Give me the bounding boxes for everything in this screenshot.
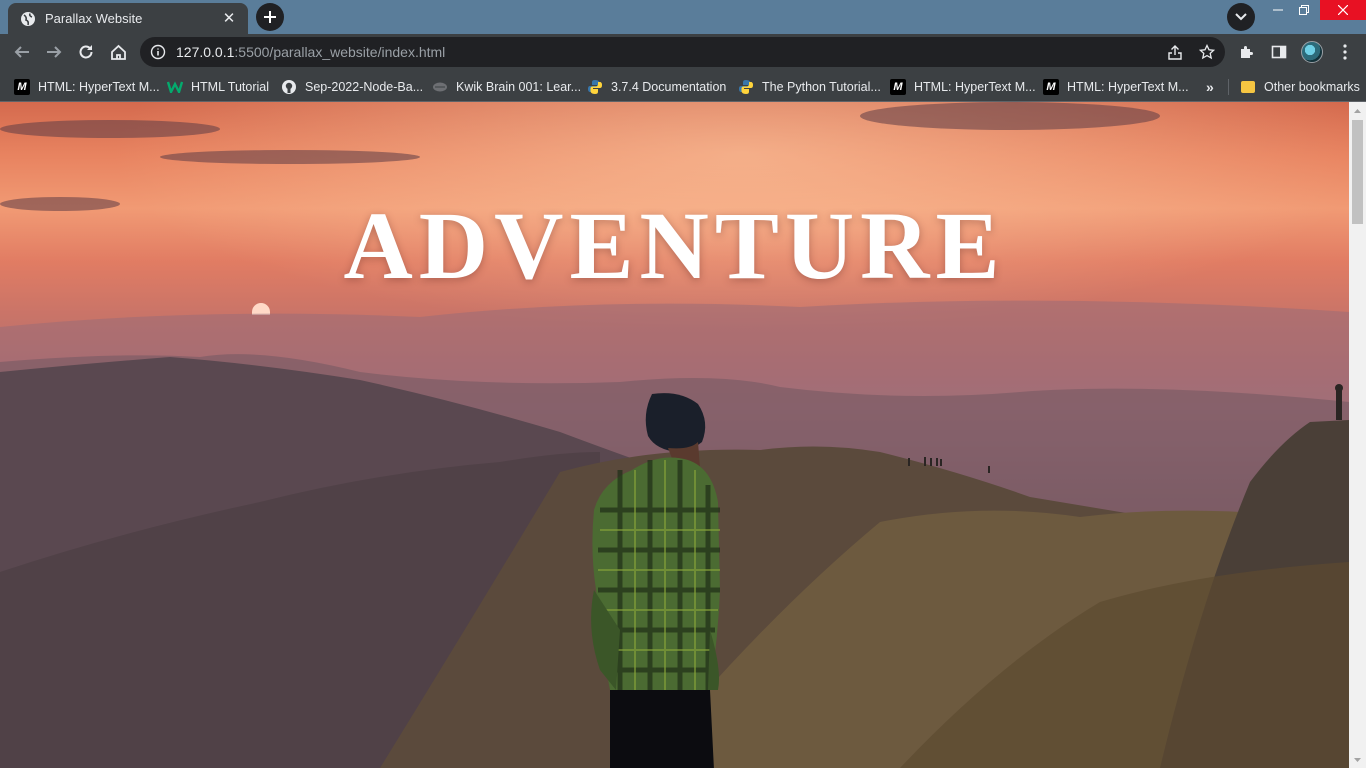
github-icon [281, 79, 297, 95]
chevron-down-icon [1235, 13, 1247, 21]
star-icon [1199, 44, 1215, 60]
profile-avatar[interactable] [1301, 41, 1323, 63]
forward-arrow-icon [47, 46, 62, 58]
side-panel-icon [1271, 45, 1287, 59]
restore-button[interactable] [1285, 0, 1323, 20]
url-text: 127.0.0.1:5500/parallax_website/index.ht… [176, 44, 445, 60]
tab-search-button[interactable] [1227, 3, 1255, 31]
bookmark-item[interactable]: M HTML: HyperText M... [14, 75, 160, 99]
bookmark-label: The Python Tutorial... [762, 80, 881, 94]
url-host: 127.0.0.1 [176, 44, 235, 60]
url-path: :5500/parallax_website/index.html [234, 44, 446, 60]
home-icon [110, 44, 126, 60]
bookmark-label: HTML: HyperText M... [914, 80, 1036, 94]
home-button[interactable] [104, 38, 132, 66]
back-button[interactable] [8, 38, 36, 66]
bookmark-item[interactable]: 3.7.4 Documentation [587, 75, 726, 99]
page-heading: ADVENTURE [343, 192, 1006, 299]
info-icon [150, 44, 166, 60]
reload-button[interactable] [72, 38, 100, 66]
close-icon [1338, 5, 1348, 15]
forward-button[interactable] [40, 38, 68, 66]
tab-title: Parallax Website [45, 11, 143, 26]
bookmark-label: Sep-2022-Node-Ba... [305, 80, 424, 94]
caret-down-icon [1354, 757, 1361, 762]
new-tab-button[interactable] [256, 3, 284, 31]
kwik-icon [432, 79, 448, 95]
close-window-button[interactable] [1320, 0, 1366, 20]
globe-icon [21, 11, 35, 26]
reload-icon [79, 45, 93, 59]
bookmark-label: Kwik Brain 001: Lear... [456, 80, 582, 94]
bookmark-label: HTML: HyperText M... [38, 80, 160, 94]
python-icon [738, 79, 754, 95]
other-bookmarks-folder[interactable]: Other bookmarks [1240, 75, 1360, 99]
close-tab-icon[interactable]: ✕ [220, 10, 238, 28]
back-arrow-icon [14, 46, 29, 58]
bookmark-item[interactable]: The Python Tutorial... [738, 75, 881, 99]
vertical-scrollbar[interactable] [1349, 102, 1366, 768]
mdn-icon: M [14, 79, 30, 95]
bookmark-label: 3.7.4 Documentation [611, 80, 727, 94]
mdn-icon: M [1043, 79, 1059, 95]
caret-up-icon [1354, 108, 1361, 113]
puzzle-icon [1241, 46, 1253, 58]
bookmark-item[interactable]: Sep-2022-Node-Ba... [281, 75, 423, 99]
tab-strip: Parallax Website ✕ [0, 0, 1366, 34]
page-viewport: ADVENTURE [0, 102, 1349, 768]
share-button[interactable] [1164, 41, 1186, 63]
bookmark-label: HTML: HyperText M... [1067, 80, 1189, 94]
bookmark-item[interactable]: M HTML: HyperText M... [1043, 75, 1189, 99]
minimize-icon [1273, 9, 1283, 11]
python-icon [587, 79, 603, 95]
tab-parallax-website[interactable]: Parallax Website ✕ [8, 3, 248, 34]
bookmarks-overflow-button[interactable]: » [1206, 79, 1214, 95]
bookmarks-bar: M HTML: HyperText M... HTML Tutorial Sep… [0, 71, 1366, 102]
hiker-figure [591, 393, 720, 768]
bookmark-item[interactable]: HTML Tutorial [167, 75, 269, 99]
menu-button[interactable] [1331, 38, 1359, 66]
folder-icon [1240, 79, 1256, 95]
kebab-menu-icon [1343, 44, 1347, 60]
bookmark-item[interactable]: M HTML: HyperText M... [890, 75, 1036, 99]
bookmarks-divider [1228, 79, 1229, 95]
scroll-down-arrow[interactable] [1349, 751, 1366, 768]
bookmark-star-button[interactable] [1196, 41, 1218, 63]
toolbar: 127.0.0.1:5500/parallax_website/index.ht… [0, 34, 1366, 71]
other-bookmarks-label: Other bookmarks [1264, 80, 1360, 94]
address-bar[interactable]: 127.0.0.1:5500/parallax_website/index.ht… [140, 37, 1225, 67]
plus-icon [264, 11, 276, 23]
share-icon [1168, 45, 1182, 60]
mdn-icon: M [890, 79, 906, 95]
side-panel-button[interactable] [1265, 38, 1293, 66]
extensions-button[interactable] [1233, 38, 1261, 66]
w3schools-icon [167, 79, 183, 95]
restore-icon [1299, 5, 1309, 15]
bookmark-label: HTML Tutorial [191, 80, 270, 94]
scroll-up-arrow[interactable] [1349, 102, 1366, 119]
bookmark-item[interactable]: Kwik Brain 001: Lear... [432, 75, 581, 99]
scroll-thumb[interactable] [1352, 120, 1363, 224]
